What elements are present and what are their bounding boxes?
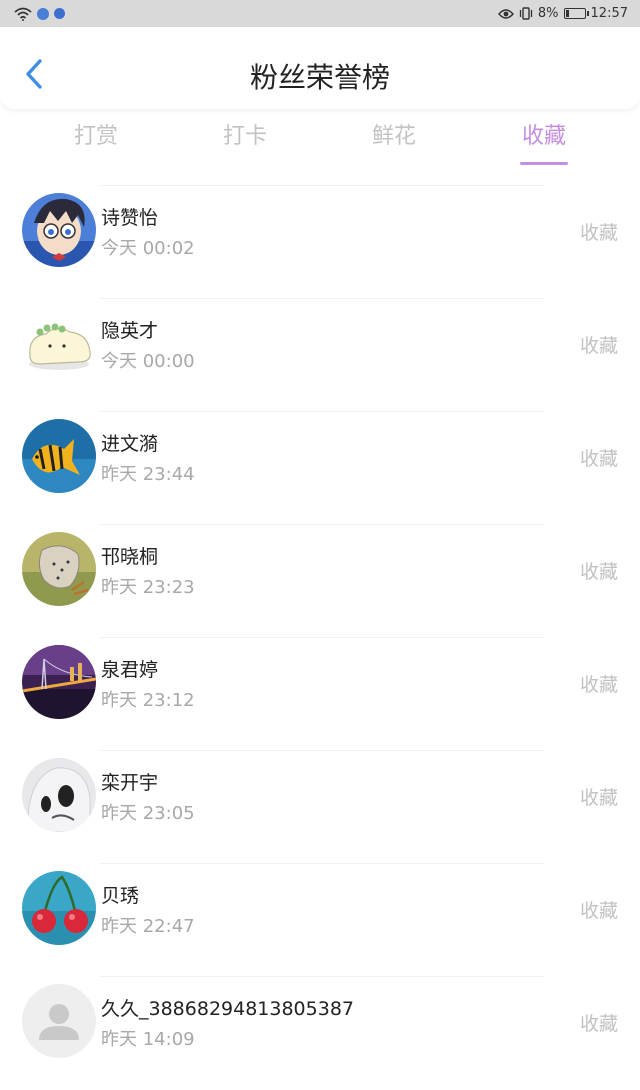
status-time: 12:57 bbox=[590, 6, 628, 21]
list-item[interactable]: 贝琇 昨天 22:47 收藏 bbox=[0, 864, 640, 977]
favorite-action-label: 收藏 bbox=[579, 1013, 618, 1035]
active-tab-indicator bbox=[520, 162, 568, 165]
cherries-avatar bbox=[22, 871, 96, 945]
app-notification-icon bbox=[37, 7, 49, 20]
status-bar-right: 8% 12:57 bbox=[497, 6, 628, 21]
wifi-icon bbox=[14, 7, 32, 21]
fan-name: 进文漪 bbox=[101, 433, 159, 455]
fan-name: 邗晓桐 bbox=[101, 546, 159, 568]
fan-time: 昨天 23:05 bbox=[101, 803, 195, 824]
battery-icon bbox=[563, 8, 589, 19]
eye-icon bbox=[497, 8, 514, 20]
tab-label: 收藏 bbox=[521, 124, 566, 149]
avatar bbox=[22, 419, 96, 493]
favorite-action-label: 收藏 bbox=[579, 787, 618, 809]
avatar bbox=[22, 758, 96, 832]
panda-hood-avatar bbox=[22, 758, 96, 832]
fan-name: 栾开宇 bbox=[101, 772, 159, 794]
avatar bbox=[22, 984, 96, 1058]
tab-label: 打赏 bbox=[73, 124, 118, 149]
default-user-avatar bbox=[22, 984, 96, 1058]
battery-percent: 8% bbox=[537, 6, 559, 21]
list-item[interactable]: 进文漪 昨天 23:44 收藏 bbox=[0, 412, 640, 525]
fan-time: 昨天 23:23 bbox=[101, 577, 195, 598]
fan-time: 昨天 23:44 bbox=[101, 464, 195, 485]
status-bar-left bbox=[14, 7, 65, 21]
fan-list: 诗赞怡 今天 00:02 收藏 隐英才 今天 00:00 收藏 进文漪 昨天 2… bbox=[0, 186, 640, 1090]
favorite-action-label: 收藏 bbox=[579, 900, 618, 922]
avatar bbox=[22, 306, 96, 380]
anime-boy-avatar bbox=[22, 193, 96, 267]
list-item[interactable]: 久久_38868294813805387 昨天 14:09 收藏 bbox=[0, 977, 640, 1090]
list-item[interactable]: 隐英才 今天 00:00 收藏 bbox=[0, 299, 640, 412]
fan-time: 昨天 14:09 bbox=[101, 1029, 195, 1050]
favorite-action-label: 收藏 bbox=[579, 561, 618, 583]
tab-label: 打卡 bbox=[222, 124, 267, 149]
fan-name: 泉君婷 bbox=[101, 659, 159, 681]
fish-avatar bbox=[22, 419, 96, 493]
fan-name: 贝琇 bbox=[101, 885, 140, 907]
avatar bbox=[22, 532, 96, 606]
avatar bbox=[22, 871, 96, 945]
fan-time: 今天 00:00 bbox=[101, 351, 195, 372]
city-bridge-avatar bbox=[22, 645, 96, 719]
fan-name: 隐英才 bbox=[101, 320, 159, 342]
tab-label: 鲜花 bbox=[371, 124, 416, 149]
list-item[interactable]: 邗晓桐 昨天 23:23 收藏 bbox=[0, 525, 640, 638]
favorite-action-label: 收藏 bbox=[579, 674, 618, 696]
app-notification-icon bbox=[54, 8, 65, 19]
favorite-action-label: 收藏 bbox=[579, 222, 618, 244]
page-title: 粉丝荣誉榜 bbox=[249, 61, 390, 94]
list-item[interactable]: 泉君婷 昨天 23:12 收藏 bbox=[0, 638, 640, 751]
tab-flowers[interactable]: 鲜花 bbox=[334, 118, 454, 150]
fan-name: 久久_38868294813805387 bbox=[101, 998, 355, 1020]
tab-favorites[interactable]: 收藏 bbox=[484, 118, 604, 165]
cartoon-creature-avatar bbox=[22, 306, 96, 380]
tab-bar: 打赏 打卡 鲜花 收藏 bbox=[0, 118, 640, 168]
status-bar: 8% 12:57 bbox=[0, 0, 640, 27]
header-bar: 粉丝荣誉榜 bbox=[0, 27, 640, 109]
avatar bbox=[22, 193, 96, 267]
list-item[interactable]: 栾开宇 昨天 23:05 收藏 bbox=[0, 751, 640, 864]
favorite-action-label: 收藏 bbox=[579, 448, 618, 470]
favorite-action-label: 收藏 bbox=[579, 335, 618, 357]
fan-time: 昨天 23:12 bbox=[101, 690, 195, 711]
fan-time: 今天 00:02 bbox=[101, 238, 195, 259]
vibrate-icon bbox=[519, 7, 533, 20]
tab-reward[interactable]: 打赏 bbox=[36, 118, 156, 150]
tab-checkin[interactable]: 打卡 bbox=[185, 118, 305, 150]
fan-name: 诗赞怡 bbox=[101, 207, 159, 229]
avatar bbox=[22, 645, 96, 719]
butterfly-avatar bbox=[22, 532, 96, 606]
list-item[interactable]: 诗赞怡 今天 00:02 收藏 bbox=[0, 186, 640, 299]
fan-time: 昨天 22:47 bbox=[101, 916, 195, 937]
